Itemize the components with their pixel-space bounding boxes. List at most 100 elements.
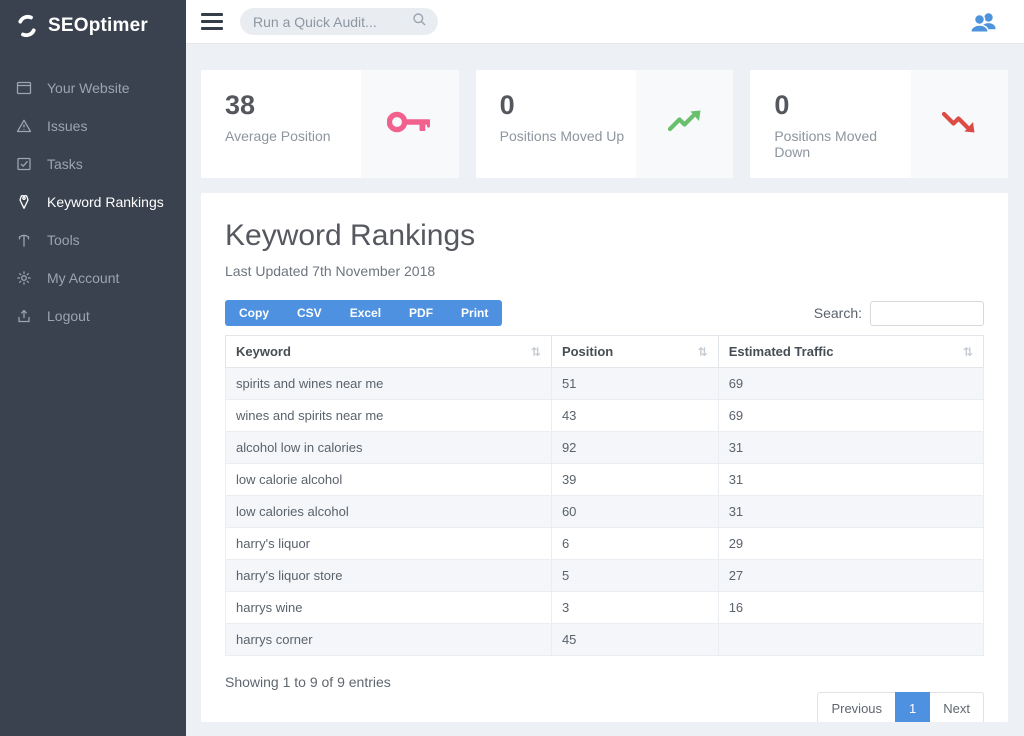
gear-icon [15,270,33,286]
trend-up-icon [667,108,703,140]
cell-position: 6 [551,528,718,560]
content: 38 Average Position [186,44,1024,736]
cell-keyword: harrys wine [226,592,552,624]
menu-icon[interactable] [201,13,223,30]
sidebar-item-tools[interactable]: Tools [0,221,186,259]
sidebar-item-label: Tasks [47,156,83,172]
sidebar-item-label: Tools [47,232,80,248]
tag-icon [15,194,33,210]
sidebar-item-issues[interactable]: Issues [0,107,186,145]
sidebar-item-my-account[interactable]: My Account [0,259,186,297]
app-window: SEOptimer Your Website Issues [0,0,1024,736]
card-value: 0 [774,91,910,121]
last-updated-text: Last Updated 7th November 2018 [225,263,984,279]
table-row: harrys wine 3 16 [226,592,984,624]
quick-audit-search [240,8,438,35]
checkbox-check-icon [15,156,33,172]
sidebar-item-logout[interactable]: Logout [0,297,186,335]
cell-position: 43 [551,400,718,432]
search-label: Search: [814,305,862,321]
table-row: low calories alcohol 60 31 [226,496,984,528]
cell-traffic: 29 [718,528,983,560]
table-footer: Showing 1 to 9 of 9 entries Previous 1 N… [225,668,984,722]
hammer-icon [15,232,33,248]
pagination: Previous 1 Next [817,692,984,722]
logout-icon [15,308,33,324]
cell-keyword: harrys corner [226,624,552,656]
trend-down-icon [941,108,977,140]
search-icon [412,12,427,32]
cell-keyword: harry's liquor [226,528,552,560]
cell-keyword: wines and spirits near me [226,400,552,432]
table-row: harry's liquor store 5 27 [226,560,984,592]
main-area: 38 Average Position [186,0,1024,736]
seoptimer-logo-icon [14,13,40,39]
cell-traffic: 69 [718,400,983,432]
sidebar-item-label: Your Website [47,80,130,96]
sidebar-item-tasks[interactable]: Tasks [0,145,186,183]
table-search-input[interactable] [870,301,984,326]
sidebar-item-label: My Account [47,270,119,286]
card-label: Average Position [225,128,361,144]
table-header-row: Keyword⇅ Position⇅ Estimated Traffic⇅ [226,336,984,368]
table-toolbar: Copy CSV Excel PDF Print Search: [225,300,984,326]
sidebar-nav: Your Website Issues Tasks [0,69,186,335]
print-button[interactable]: Print [447,300,502,326]
table-row: wines and spirits near me 43 69 [226,400,984,432]
cell-position: 3 [551,592,718,624]
table-search: Search: [814,301,984,326]
cell-traffic: 16 [718,592,983,624]
keyword-rankings-table: Keyword⇅ Position⇅ Estimated Traffic⇅ [225,335,984,656]
sidebar-item-label: Issues [47,118,87,134]
card-value: 0 [500,91,636,121]
cell-traffic: 27 [718,560,983,592]
cell-position: 45 [551,624,718,656]
cell-position: 51 [551,368,718,400]
sidebar-item-label: Logout [47,308,90,324]
sidebar-item-label: Keyword Rankings [47,194,164,210]
cell-traffic: 69 [718,368,983,400]
sort-icon[interactable]: ⇅ [698,345,708,359]
export-button-group: Copy CSV Excel PDF Print [225,300,502,326]
page-1-button[interactable]: 1 [895,692,930,722]
sort-icon[interactable]: ⇅ [963,345,973,359]
cell-keyword: low calorie alcohol [226,464,552,496]
pdf-button[interactable]: PDF [395,300,447,326]
copy-button[interactable]: Copy [225,300,283,326]
card-label: Positions Moved Down [774,128,910,160]
table-row: spirits and wines near me 51 69 [226,368,984,400]
csv-button[interactable]: CSV [283,300,336,326]
excel-button[interactable]: Excel [336,300,395,326]
keyword-rankings-panel: Keyword Rankings Last Updated 7th Novemb… [201,193,1008,722]
showing-entries-text: Showing 1 to 9 of 9 entries [225,674,391,690]
stat-cards: 38 Average Position [201,70,1008,178]
cell-traffic: 31 [718,496,983,528]
users-icon[interactable] [968,10,998,34]
quick-audit-input[interactable] [251,13,412,31]
logo: SEOptimer [0,0,186,55]
sort-icon[interactable]: ⇅ [531,345,541,359]
card-value: 38 [225,91,361,121]
cell-keyword: alcohol low in calories [226,432,552,464]
card-label: Positions Moved Up [500,128,636,144]
next-page-button[interactable]: Next [929,692,984,722]
table-row: alcohol low in calories 92 31 [226,432,984,464]
previous-page-button[interactable]: Previous [817,692,896,722]
sidebar-item-keyword-rankings[interactable]: Keyword Rankings [0,183,186,221]
sidebar: SEOptimer Your Website Issues [0,0,186,736]
topbar [186,0,1024,44]
column-header-keyword[interactable]: Keyword⇅ [226,336,552,368]
column-header-estimated-traffic[interactable]: Estimated Traffic⇅ [718,336,983,368]
page-title: Keyword Rankings [225,219,984,253]
logo-text: SEOptimer [48,15,148,37]
key-icon [387,106,433,143]
sidebar-item-your-website[interactable]: Your Website [0,69,186,107]
column-header-position[interactable]: Position⇅ [551,336,718,368]
cell-position: 5 [551,560,718,592]
cell-keyword: harry's liquor store [226,560,552,592]
card-positions-moved-down: 0 Positions Moved Down [750,70,1008,178]
cell-traffic: 31 [718,432,983,464]
table-row: harrys corner 45 [226,624,984,656]
cell-position: 92 [551,432,718,464]
cell-keyword: low calories alcohol [226,496,552,528]
